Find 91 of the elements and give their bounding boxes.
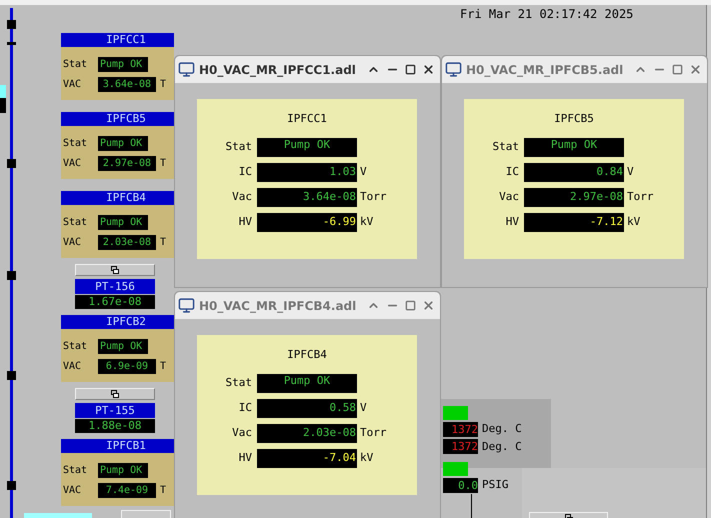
monitor-icon xyxy=(178,297,195,314)
status-readout: Pump OK xyxy=(98,136,148,151)
panel-title: IPFCB5 xyxy=(554,111,594,127)
value-readout: 0.58 xyxy=(257,398,357,418)
related-display-button[interactable] xyxy=(75,264,155,276)
row-label: HV xyxy=(238,214,253,230)
unit-label: V xyxy=(360,164,367,180)
value-readout: 1.03 xyxy=(257,162,357,182)
unit-label: T xyxy=(160,360,166,374)
unit-label: kV xyxy=(360,214,374,230)
value-readout: 3.64e-08 xyxy=(257,188,357,206)
unit-label: T xyxy=(160,484,166,498)
vac-label: VAC xyxy=(63,236,82,250)
unit-label: V xyxy=(627,164,634,180)
monitor-icon xyxy=(178,61,195,78)
pump-title: IPFCB4 xyxy=(61,191,174,205)
pump-title: IPFCB1 xyxy=(61,439,174,453)
window-title: H0_VAC_MR_IPFCC1.adl xyxy=(199,62,356,78)
vac-label: VAC xyxy=(63,484,82,498)
unit-label: T xyxy=(160,157,166,171)
row-label: Vac xyxy=(231,424,253,441)
side-marker xyxy=(0,98,6,113)
unit-label: T xyxy=(160,236,166,250)
gauge-title: PT-156 xyxy=(75,279,155,294)
row-label: Stat xyxy=(224,138,253,155)
status-readout: Pump OK xyxy=(98,215,148,230)
row-label: IC xyxy=(238,400,253,416)
value-readout: 0.84 xyxy=(524,162,624,182)
window-title: H0_VAC_MR_IPFCB5.adl xyxy=(466,62,624,78)
row-label: Vac xyxy=(498,188,520,205)
vacuum-readout: 7.4e-09 xyxy=(98,483,156,498)
windows-icon xyxy=(111,390,119,398)
row-label: HV xyxy=(504,214,520,230)
value-readout: -6.99 xyxy=(257,212,357,232)
stat-label: Stat xyxy=(63,216,88,230)
maximize-icon[interactable] xyxy=(405,64,416,75)
unit-label: Deg. C xyxy=(482,438,522,454)
unit-label: kV xyxy=(360,450,374,466)
vacuum-readout: 3.64e-08 xyxy=(98,77,156,92)
vacuum-readout: 1.88e-08 xyxy=(75,419,155,433)
gauge-title: PT-155 xyxy=(75,403,155,418)
stat-label: Stat xyxy=(63,464,88,478)
status-readout: Pump OK xyxy=(98,57,148,72)
value-readout: -7.04 xyxy=(257,448,357,468)
vacuum-readout: 1.67e-08 xyxy=(75,295,155,309)
value-readout: -7.12 xyxy=(524,212,624,232)
panel-title: IPFCB4 xyxy=(287,347,327,363)
unit-label: PSIG xyxy=(482,477,508,493)
vacuum-readout: 2.97e-08 xyxy=(98,156,156,171)
unit-label: kV xyxy=(627,214,640,230)
value-readout: 2.97e-08 xyxy=(524,188,624,206)
value-readout: 1372 xyxy=(443,422,478,437)
status-readout: Pump OK xyxy=(98,463,148,478)
pump-title: IPFCB5 xyxy=(61,112,174,126)
windows-icon xyxy=(111,266,119,274)
unit-label: V xyxy=(360,400,367,416)
panel-title: IPFCC1 xyxy=(287,111,327,127)
close-icon[interactable] xyxy=(422,63,435,76)
value-readout: Pump OK xyxy=(257,138,357,156)
unit-label: Deg. C xyxy=(482,421,522,437)
row-label: Vac xyxy=(231,188,253,205)
related-display-button[interactable] xyxy=(75,388,155,400)
vac-label: VAC xyxy=(63,157,82,171)
clock: Fri Mar 21 02:17:42 2025 xyxy=(460,6,634,23)
status-readout: Pump OK xyxy=(98,339,148,354)
vac-label: VAC xyxy=(63,78,82,92)
unit-label: Torr xyxy=(360,424,386,441)
row-label: HV xyxy=(238,450,253,466)
vacuum-readout: 2.03e-08 xyxy=(98,235,156,250)
value-readout: Pump OK xyxy=(257,374,357,392)
value-readout: 0.0 xyxy=(443,478,478,493)
unit-label: Torr xyxy=(360,188,386,205)
row-label: IC xyxy=(504,164,520,180)
window-title: H0_VAC_MR_IPFCB4.adl xyxy=(199,298,356,314)
stat-label: Stat xyxy=(63,137,88,151)
value-readout: 1372 xyxy=(443,439,478,454)
row-label: Stat xyxy=(492,138,520,155)
row-label: IC xyxy=(238,164,253,180)
connector-line xyxy=(471,494,472,518)
unit-label: Torr xyxy=(627,188,654,205)
monitor-icon xyxy=(445,61,462,78)
row-label: Stat xyxy=(224,374,253,391)
stat-label: Stat xyxy=(63,340,88,354)
stat-label: Stat xyxy=(63,58,88,72)
value-readout: 2.03e-08 xyxy=(257,424,357,442)
pump-title: IPFCB2 xyxy=(61,315,174,329)
pump-title: IPFCC1 xyxy=(61,33,174,47)
unit-label: T xyxy=(160,78,166,92)
vac-label: VAC xyxy=(63,360,82,374)
vacuum-readout: 6.9e-09 xyxy=(98,359,156,374)
value-readout: Pump OK xyxy=(524,138,624,156)
